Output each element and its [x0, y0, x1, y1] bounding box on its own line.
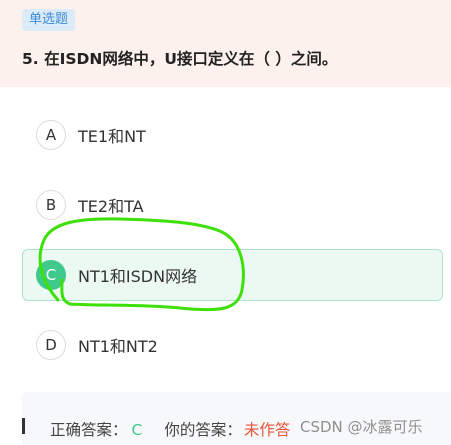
option-text: NT1和ISDN网络: [78, 267, 198, 286]
option-letter: B: [36, 190, 66, 220]
option-b[interactable]: B TE2和TA: [22, 179, 443, 231]
question-type-badge: 单选题: [22, 9, 76, 31]
option-text: TE1和NT: [78, 127, 146, 146]
option-a[interactable]: A TE1和NT: [22, 109, 443, 161]
answer-row: 正确答案： C 你的答案： 未作答: [50, 418, 290, 440]
option-letter: D: [36, 330, 66, 360]
option-text: NT1和NT2: [78, 337, 158, 356]
option-d[interactable]: D NT1和NT2: [22, 319, 443, 371]
option-c[interactable]: C NT1和ISDN网络: [22, 249, 443, 301]
panel-marker: [22, 418, 25, 434]
option-letter: A: [36, 120, 66, 150]
correct-answer-label: 正确答案：: [50, 421, 128, 439]
your-answer-label: 你的答案：: [164, 421, 242, 439]
correct-answer-value: C: [131, 421, 143, 439]
option-letter: C: [36, 260, 66, 290]
your-answer-value: 未作答: [243, 421, 291, 439]
option-text: TE2和TA: [78, 197, 144, 216]
watermark: CSDN @冰露可乐: [300, 418, 423, 436]
question-header: 单选题 5. 在ISDN网络中，U接口定义在（ ）之间。: [0, 0, 451, 87]
question-text: 5. 在ISDN网络中，U接口定义在（ ）之间。: [22, 50, 338, 68]
